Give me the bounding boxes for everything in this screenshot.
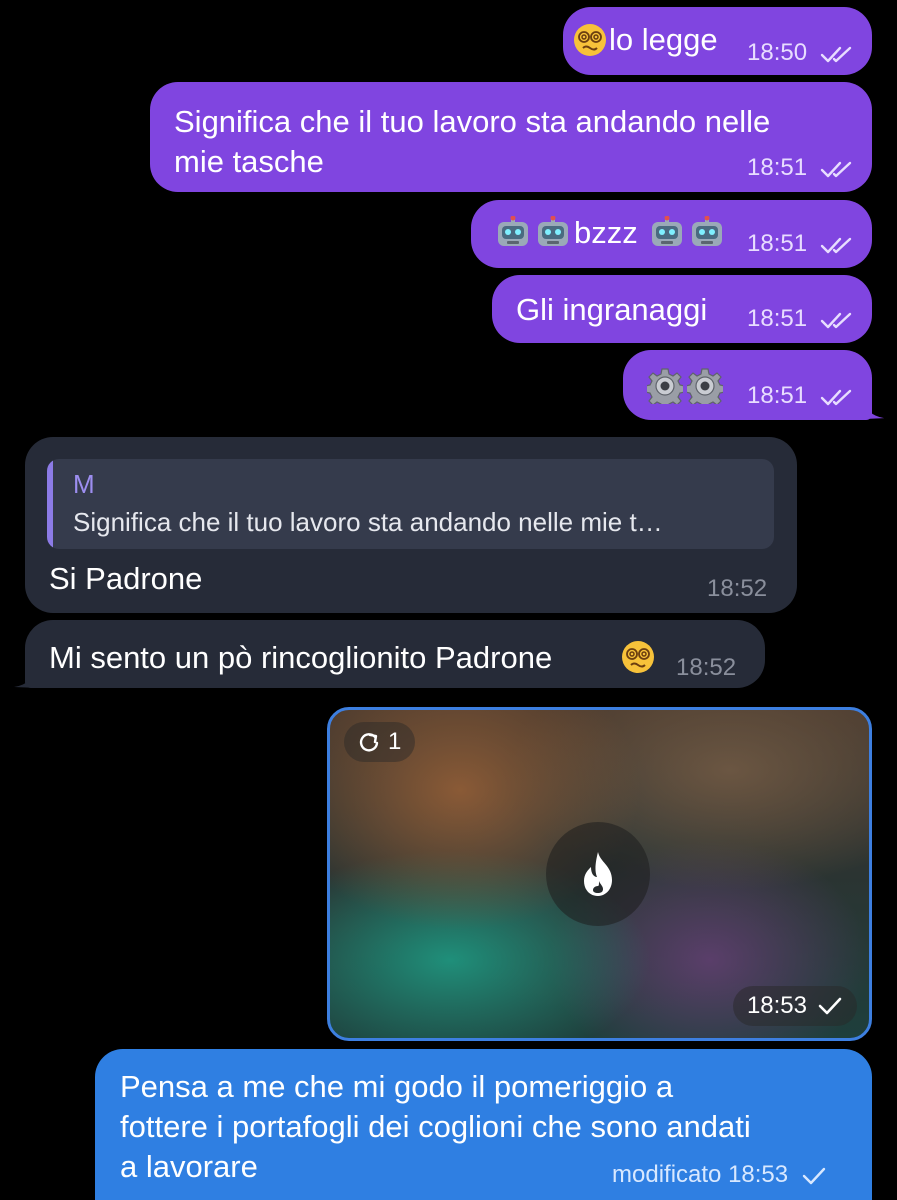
spiral-eyes-emoji-icon [573, 23, 607, 62]
message-text: bzzz [574, 215, 638, 250]
gear-emoji-icon [644, 368, 686, 410]
message-time: 18:52 [676, 654, 737, 681]
double-check-icon [820, 46, 851, 62]
message-text-line-2: fottere i portafogli dei coglioni che so… [120, 1109, 751, 1144]
message-time: 18:53 [728, 1161, 789, 1188]
media-meta: 18:53 [732, 986, 857, 1026]
robot-emoji-icon [495, 215, 531, 255]
message-time: 18:51 [747, 305, 808, 332]
message-bubble-incoming[interactable]: Mi sento un pò rincoglionito Padrone 18:… [25, 620, 765, 688]
open-media-button[interactable] [546, 822, 650, 926]
message-time: 18:53 [746, 992, 807, 1019]
reply-author: M [73, 469, 95, 499]
bubble-tail [862, 396, 885, 420]
message-meta: 18:51 [747, 154, 856, 182]
robot-emoji-icon [689, 215, 725, 255]
message-bubble-incoming[interactable]: M Significa che il tuo lavoro sta andand… [25, 437, 797, 613]
view-once-icon [359, 733, 379, 752]
message-meta: 18:51 [747, 305, 856, 333]
message-time: 18:52 [707, 575, 768, 602]
message-bubble-outgoing[interactable]: 18:51 [623, 350, 872, 420]
message-meta: 18:50 [747, 39, 856, 67]
bubble-tail [14, 664, 38, 688]
single-check-icon [818, 997, 842, 1015]
message-time: 18:51 [747, 382, 808, 409]
message-text-line-1: Pensa a me che mi godo il pomeriggio a [120, 1069, 674, 1104]
message-text: Mi sento un pò rincoglionito Padrone [49, 640, 553, 675]
flame-icon [584, 852, 612, 896]
message-time: 18:51 [747, 154, 808, 181]
message-bubble-outgoing[interactable]: Gli ingranaggi 18:51 [492, 275, 872, 343]
reply-quote[interactable]: M Significa che il tuo lavoro sta andand… [47, 459, 774, 549]
reply-quote-bar [47, 459, 53, 549]
message-bubble-outgoing[interactable]: Significa che il tuo lavoro sta andando … [150, 82, 872, 192]
message-text-line-3: a lavorare [120, 1149, 258, 1184]
robot-emoji-icon [649, 215, 685, 255]
view-once-count: 1 [388, 728, 402, 755]
message-text: Gli ingranaggi [516, 292, 708, 327]
double-check-icon [820, 389, 851, 405]
view-once-badge: 1 [344, 722, 416, 762]
robot-emoji-icon [535, 215, 571, 255]
message-text: Si Padrone [49, 561, 203, 596]
double-check-icon [820, 161, 851, 177]
message-text: lo legge [609, 22, 718, 57]
reply-text: Significa che il tuo lavoro sta andando … [73, 507, 663, 537]
edited-label: modificato [612, 1161, 722, 1188]
message-meta: 18:51 [747, 382, 856, 410]
message-bubble-outgoing[interactable]: lo legge 18:50 [563, 7, 872, 75]
message-meta: 18:51 [747, 230, 856, 258]
message-meta: modificato 18:53 [612, 1161, 827, 1189]
spiral-eyes-emoji-icon [621, 640, 655, 679]
single-check-icon [802, 1167, 825, 1184]
message-bubble-outgoing-edited[interactable]: Pensa a me che mi godo il pomeriggio a f… [95, 1049, 872, 1200]
message-text-line-1: Significa che il tuo lavoro sta andando … [174, 104, 771, 139]
message-text-line-2: mie tasche [174, 144, 324, 179]
message-time: 18:51 [747, 230, 808, 257]
message-bubble-outgoing[interactable]: bzzz 18:51 [471, 200, 872, 268]
gear-emoji-icon [684, 368, 726, 410]
message-time: 18:50 [747, 39, 808, 66]
double-check-icon [820, 237, 851, 253]
view-once-media[interactable]: 1 18:53 [327, 707, 872, 1041]
double-check-icon [820, 312, 851, 328]
